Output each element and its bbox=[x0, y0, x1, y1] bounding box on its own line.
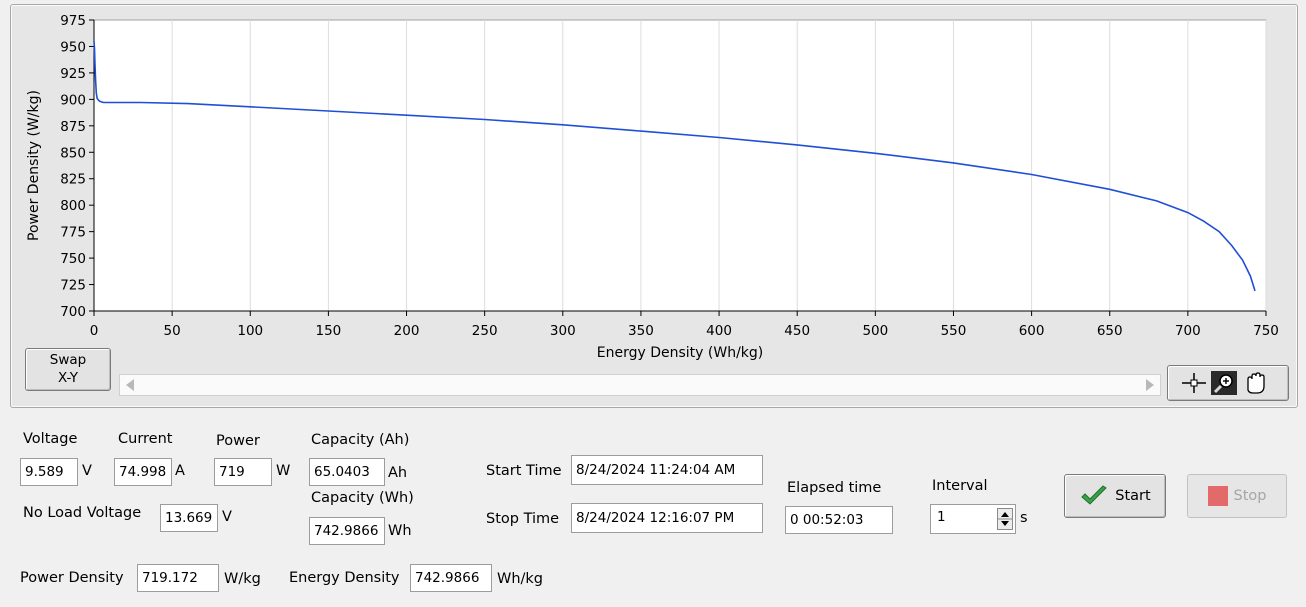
energy-density-label: Energy Density bbox=[289, 570, 400, 586]
step-down-icon[interactable] bbox=[1001, 521, 1009, 526]
stop-label: Stop bbox=[1233, 488, 1267, 504]
y-tick-label: 875 bbox=[60, 119, 86, 135]
y-tick-label: 750 bbox=[60, 251, 86, 267]
no-load-voltage-label: No Load Voltage bbox=[23, 505, 142, 521]
y-tick-label: 900 bbox=[60, 92, 86, 108]
elapsed-time-label: Elapsed time bbox=[787, 480, 882, 496]
crosshair-icon[interactable] bbox=[1182, 373, 1206, 393]
stop-square-icon bbox=[1207, 486, 1228, 506]
y-tick-label: 700 bbox=[60, 304, 86, 320]
start-button[interactable]: Start bbox=[1064, 474, 1166, 518]
x-tick-label: 500 bbox=[862, 323, 888, 339]
start-time-indicator: 8/24/2024 11:24:04 AM bbox=[571, 455, 763, 485]
graph-panel: 0 50 100 150 200 250 300 350 400 450 500 550 600 650 7… bbox=[10, 4, 1298, 408]
capacity-ah-unit: Ah bbox=[388, 465, 408, 481]
capacity-wh-indicator: 742.9866 bbox=[309, 517, 385, 545]
x-tick-label: 600 bbox=[1019, 323, 1045, 339]
power-label: Power bbox=[216, 433, 260, 449]
x-tick-label: 150 bbox=[316, 323, 342, 339]
capacity-ah-indicator: 65.0403 bbox=[309, 458, 385, 486]
x-axis-title: Energy Density (Wh/kg) bbox=[597, 345, 764, 361]
plot-area bbox=[93, 19, 1267, 312]
current-indicator: 74.998 bbox=[114, 458, 172, 486]
stop-time-label: Stop Time bbox=[486, 511, 560, 527]
y-tick-label: 950 bbox=[60, 39, 86, 55]
scroll-left-icon[interactable] bbox=[126, 379, 134, 391]
no-load-voltage-indicator: 13.669 bbox=[160, 504, 218, 532]
power-density-label: Power Density bbox=[20, 570, 124, 586]
start-label: Start bbox=[1115, 488, 1151, 504]
x-tick-label: 100 bbox=[237, 323, 263, 339]
x-tick-label: 50 bbox=[164, 323, 181, 339]
voltage-label: Voltage bbox=[23, 431, 78, 447]
checkmark-icon bbox=[1081, 485, 1108, 505]
y-tick-label: 975 bbox=[60, 13, 86, 29]
energy-density-unit: Wh/kg bbox=[497, 571, 544, 587]
interval-input[interactable]: 1 bbox=[937, 509, 946, 525]
swap-label-line2: X-Y bbox=[57, 370, 79, 386]
start-time-label: Start Time bbox=[486, 463, 562, 479]
x-tick-label: 250 bbox=[472, 323, 498, 339]
voltage-unit: V bbox=[82, 463, 92, 479]
interval-stepper[interactable] bbox=[997, 508, 1013, 530]
step-up-icon[interactable] bbox=[1001, 512, 1009, 517]
voltage-indicator: 9.589 bbox=[20, 458, 78, 486]
x-tick-label: 350 bbox=[628, 323, 654, 339]
interval-label: Interval bbox=[932, 478, 988, 494]
swap-label-line1: Swap bbox=[49, 352, 87, 368]
y-tick-label: 775 bbox=[60, 225, 86, 241]
stop-button[interactable]: Stop bbox=[1187, 474, 1287, 518]
current-label: Current bbox=[118, 431, 173, 447]
y-tick-label: 800 bbox=[60, 198, 86, 214]
current-unit: A bbox=[175, 463, 185, 479]
x-tick-label: 200 bbox=[394, 323, 420, 339]
x-tick-label: 750 bbox=[1253, 323, 1279, 339]
pan-hand-icon[interactable] bbox=[1247, 372, 1265, 394]
power-indicator: 719 bbox=[214, 458, 272, 486]
y-tick-label: 850 bbox=[60, 145, 86, 161]
y-tick-label: 725 bbox=[60, 278, 86, 294]
stop-time-indicator: 8/24/2024 12:16:07 PM bbox=[571, 503, 763, 533]
capacity-ah-label: Capacity (Ah) bbox=[311, 432, 410, 448]
scroll-right-icon[interactable] bbox=[1146, 379, 1154, 391]
x-tick-label: 300 bbox=[550, 323, 576, 339]
y-axis-title: Power Density (W/kg) bbox=[26, 90, 42, 241]
interval-unit: s bbox=[1020, 510, 1028, 526]
x-tick-label: 550 bbox=[941, 323, 967, 339]
x-tick-label: 700 bbox=[1175, 323, 1201, 339]
capacity-wh-unit: Wh bbox=[388, 523, 412, 539]
x-tick-label: 400 bbox=[706, 323, 732, 339]
y-tick-label: 925 bbox=[60, 66, 86, 82]
x-tick-label: 450 bbox=[784, 323, 810, 339]
power-density-indicator: 719.172 bbox=[137, 564, 219, 592]
x-tick-label: 0 bbox=[90, 323, 99, 339]
power-unit: W bbox=[276, 463, 291, 479]
y-tick-label: 825 bbox=[60, 172, 86, 188]
capacity-wh-label: Capacity (Wh) bbox=[311, 490, 414, 506]
graph-scrollbar[interactable] bbox=[119, 374, 1161, 396]
interval-control[interactable]: 1 bbox=[930, 504, 1016, 534]
x-tick-label: 650 bbox=[1097, 323, 1123, 339]
power-density-unit: W/kg bbox=[224, 571, 261, 587]
zoom-icon[interactable] bbox=[1211, 371, 1237, 395]
swap-xy-button[interactable]: Swap X-Y bbox=[25, 348, 111, 391]
energy-density-indicator: 742.9866 bbox=[410, 564, 492, 592]
no-load-voltage-unit: V bbox=[222, 509, 232, 525]
elapsed-time-indicator: 0 00:52:03 bbox=[785, 506, 893, 534]
xy-graph[interactable]: 0 50 100 150 200 250 300 350 400 450 500 550 600 650 7… bbox=[11, 5, 1297, 407]
graph-tools-palette[interactable] bbox=[1167, 365, 1289, 401]
